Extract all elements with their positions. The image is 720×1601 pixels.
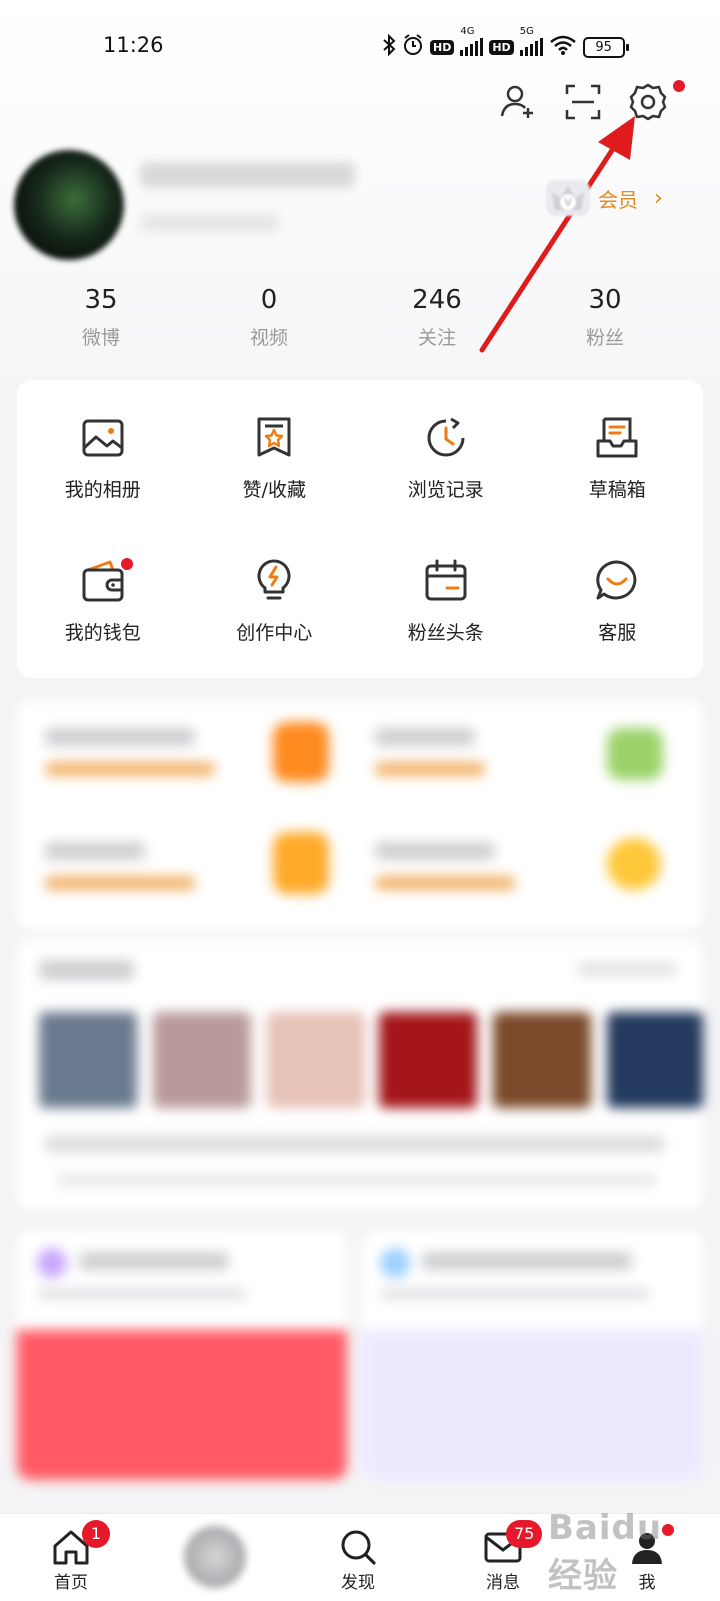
grid-item-album[interactable]: 我的相册 xyxy=(17,380,189,523)
grid-item-label: 粉丝头条 xyxy=(407,622,484,644)
vip-label: 会员 xyxy=(598,187,638,212)
hd-badge-2: HD xyxy=(489,39,514,55)
grid-item-label: 浏览记录 xyxy=(407,479,484,501)
username-blurred[interactable] xyxy=(140,162,355,188)
svg-text:V: V xyxy=(564,197,572,209)
stat-label: 关注 xyxy=(417,327,456,349)
nav-discover[interactable]: 发现 xyxy=(313,1514,403,1601)
bookmark-star-icon xyxy=(257,417,291,457)
grid-item-label: 赞/收藏 xyxy=(242,479,306,501)
settings-notification-dot xyxy=(673,80,685,92)
watermark: Baidu经验 xyxy=(548,1508,663,1596)
nav-discover-label: 发现 xyxy=(341,1573,375,1593)
history-clock-icon xyxy=(427,417,465,457)
wifi-icon xyxy=(549,35,577,59)
video-strip-card xyxy=(17,940,703,1210)
signal-1: 4G xyxy=(460,26,484,56)
bluetooth-icon xyxy=(382,33,396,60)
stat-value: 35 xyxy=(84,285,118,315)
grid-item-label: 创作中心 xyxy=(236,622,313,644)
grid-item-wallet[interactable]: 我的钱包 xyxy=(17,523,189,666)
search-icon xyxy=(341,1530,376,1565)
avatar[interactable] xyxy=(14,150,124,260)
stat-following[interactable]: 246 关注 xyxy=(353,283,521,350)
stat-label: 视频 xyxy=(249,327,288,349)
hd-badge: HD xyxy=(430,39,455,55)
stat-value: 246 xyxy=(412,285,462,315)
drafts-tray-icon xyxy=(596,417,638,458)
wallet-notification-dot xyxy=(121,558,133,570)
grid-item-label: 我的相册 xyxy=(64,479,141,501)
nav-home[interactable]: 首页 1 xyxy=(26,1514,116,1601)
calendar-icon xyxy=(425,559,467,601)
grid-item-label: 我的钱包 xyxy=(64,622,141,644)
photo-album-icon xyxy=(82,419,124,457)
vip-crown-icon: V xyxy=(546,180,590,216)
nav-messages[interactable]: 消息 75 xyxy=(458,1514,548,1601)
signal-bars-icon xyxy=(460,38,484,56)
promo-card xyxy=(17,700,703,930)
home-badge: 1 xyxy=(82,1520,110,1548)
grid-item-label: 客服 xyxy=(598,622,637,644)
blurred-content xyxy=(0,690,720,1485)
function-grid-card: 我的相册 赞/收藏 浏览记录 草稿箱 我的钱包 创作中心 粉丝头条 客服 xyxy=(17,380,703,678)
wallet-icon xyxy=(82,560,124,602)
feed-card-right xyxy=(362,1230,703,1480)
function-grid: 我的相册 赞/收藏 浏览记录 草稿箱 我的钱包 创作中心 粉丝头条 客服 xyxy=(17,380,703,666)
grid-item-history[interactable]: 浏览记录 xyxy=(360,380,532,523)
nav-center-avatar[interactable] xyxy=(170,1514,260,1601)
user-bio-blurred xyxy=(140,214,280,232)
grid-item-label: 草稿箱 xyxy=(588,479,646,501)
alarm-icon xyxy=(402,34,424,60)
stat-fans[interactable]: 30 粉丝 xyxy=(521,283,689,350)
grid-item-drafts[interactable]: 草稿箱 xyxy=(532,380,704,523)
status-time: 11:26 xyxy=(103,33,164,57)
stat-label: 粉丝 xyxy=(585,327,624,349)
chat-bubble-icon xyxy=(596,560,637,600)
network-type-label: 4G xyxy=(460,26,475,37)
grid-item-customer-service[interactable]: 客服 xyxy=(532,523,704,666)
signal-2: 5G xyxy=(519,26,543,56)
profile-stats: 35 微博 0 视频 246 关注 30 粉丝 xyxy=(17,283,689,350)
grid-item-fan-headlines[interactable]: 粉丝头条 xyxy=(360,523,532,666)
lightbulb-icon xyxy=(257,559,291,600)
signal-bars-icon-2 xyxy=(519,38,543,56)
stat-videos[interactable]: 0 视频 xyxy=(185,283,353,350)
feed-card-left xyxy=(17,1230,347,1480)
stat-value: 0 xyxy=(260,285,278,315)
chevron-right-icon: › xyxy=(654,185,663,211)
stat-label: 微博 xyxy=(81,327,120,349)
grid-item-likes-favorites[interactable]: 赞/收藏 xyxy=(189,380,361,523)
status-icons: HD 4G HD 5G 95 xyxy=(382,26,629,60)
stat-weibo[interactable]: 35 微博 xyxy=(17,283,185,350)
grid-item-creator-center[interactable]: 创作中心 xyxy=(189,523,361,666)
network-type-label-2: 5G xyxy=(519,26,534,37)
vip-entry[interactable]: V 会员 › xyxy=(546,180,663,216)
center-avatar-icon xyxy=(184,1526,246,1588)
messages-badge: 75 xyxy=(506,1520,543,1548)
nav-messages-label: 消息 xyxy=(486,1573,520,1593)
stat-value: 30 xyxy=(588,285,622,315)
nav-home-label: 首页 xyxy=(54,1573,88,1593)
battery-icon: 95 xyxy=(582,36,629,58)
